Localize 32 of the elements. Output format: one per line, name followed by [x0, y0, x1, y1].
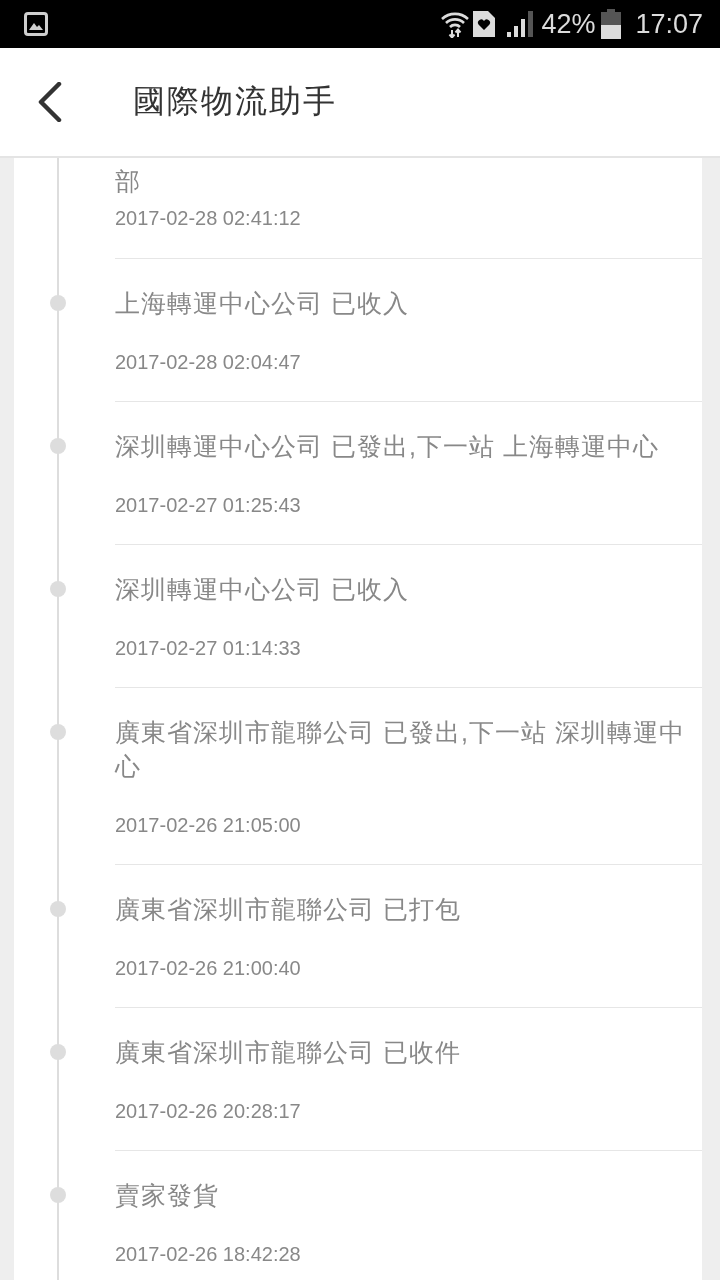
event-description: 賣家發貨: [115, 1180, 219, 1211]
timeline-dot-icon: [50, 901, 66, 917]
battery-icon: [601, 9, 622, 39]
event-timestamp: 2017-02-26 21:00:40: [115, 956, 301, 981]
event-description: 深圳轉運中心公司 已發出,下一站 上海轉運中心: [115, 431, 659, 462]
signal-icon: [507, 11, 534, 37]
event-description: 廣東省深圳市龍聯公司 已發出,下一站 深圳轉運中心: [115, 717, 686, 782]
timeline-dot-icon: [50, 438, 66, 454]
event-timestamp: 2017-02-26 20:28:17: [115, 1099, 301, 1124]
timeline-dot-icon: [50, 724, 66, 740]
event-timestamp: 2017-02-26 21:05:00: [115, 813, 301, 838]
event-description: 深圳轉運中心公司 已收入: [115, 574, 409, 605]
event-description: 廣東省深圳市龍聯公司 已收件: [115, 1037, 461, 1068]
event-timestamp: 2017-02-27 01:14:33: [115, 636, 301, 661]
timeline-dot-icon: [50, 1187, 66, 1203]
event-description: 部: [115, 166, 141, 197]
page-title: 國際物流助手: [133, 82, 337, 121]
timeline-dot-icon: [50, 295, 66, 311]
wifi-icon: [441, 10, 470, 38]
timeline-dot-icon: [50, 581, 66, 597]
battery-percent: 42%: [541, 8, 596, 40]
event-description: 廣東省深圳市龍聯公司 已打包: [115, 894, 461, 925]
event-description: 上海轉運中心公司 已收入: [115, 288, 409, 319]
timeline-dot-icon: [50, 1044, 66, 1060]
event-timestamp: 2017-02-28 02:04:47: [115, 350, 301, 375]
event-timestamp: 2017-02-26 18:42:28: [115, 1242, 301, 1267]
event-timestamp: 2017-02-28 02:41:12: [115, 206, 301, 231]
event-timestamp: 2017-02-27 01:25:43: [115, 493, 301, 518]
clock: 17:07: [635, 8, 703, 40]
sim-card-heart-icon: [473, 11, 496, 37]
image-icon: [24, 12, 48, 36]
back-chevron-icon: [38, 82, 62, 122]
